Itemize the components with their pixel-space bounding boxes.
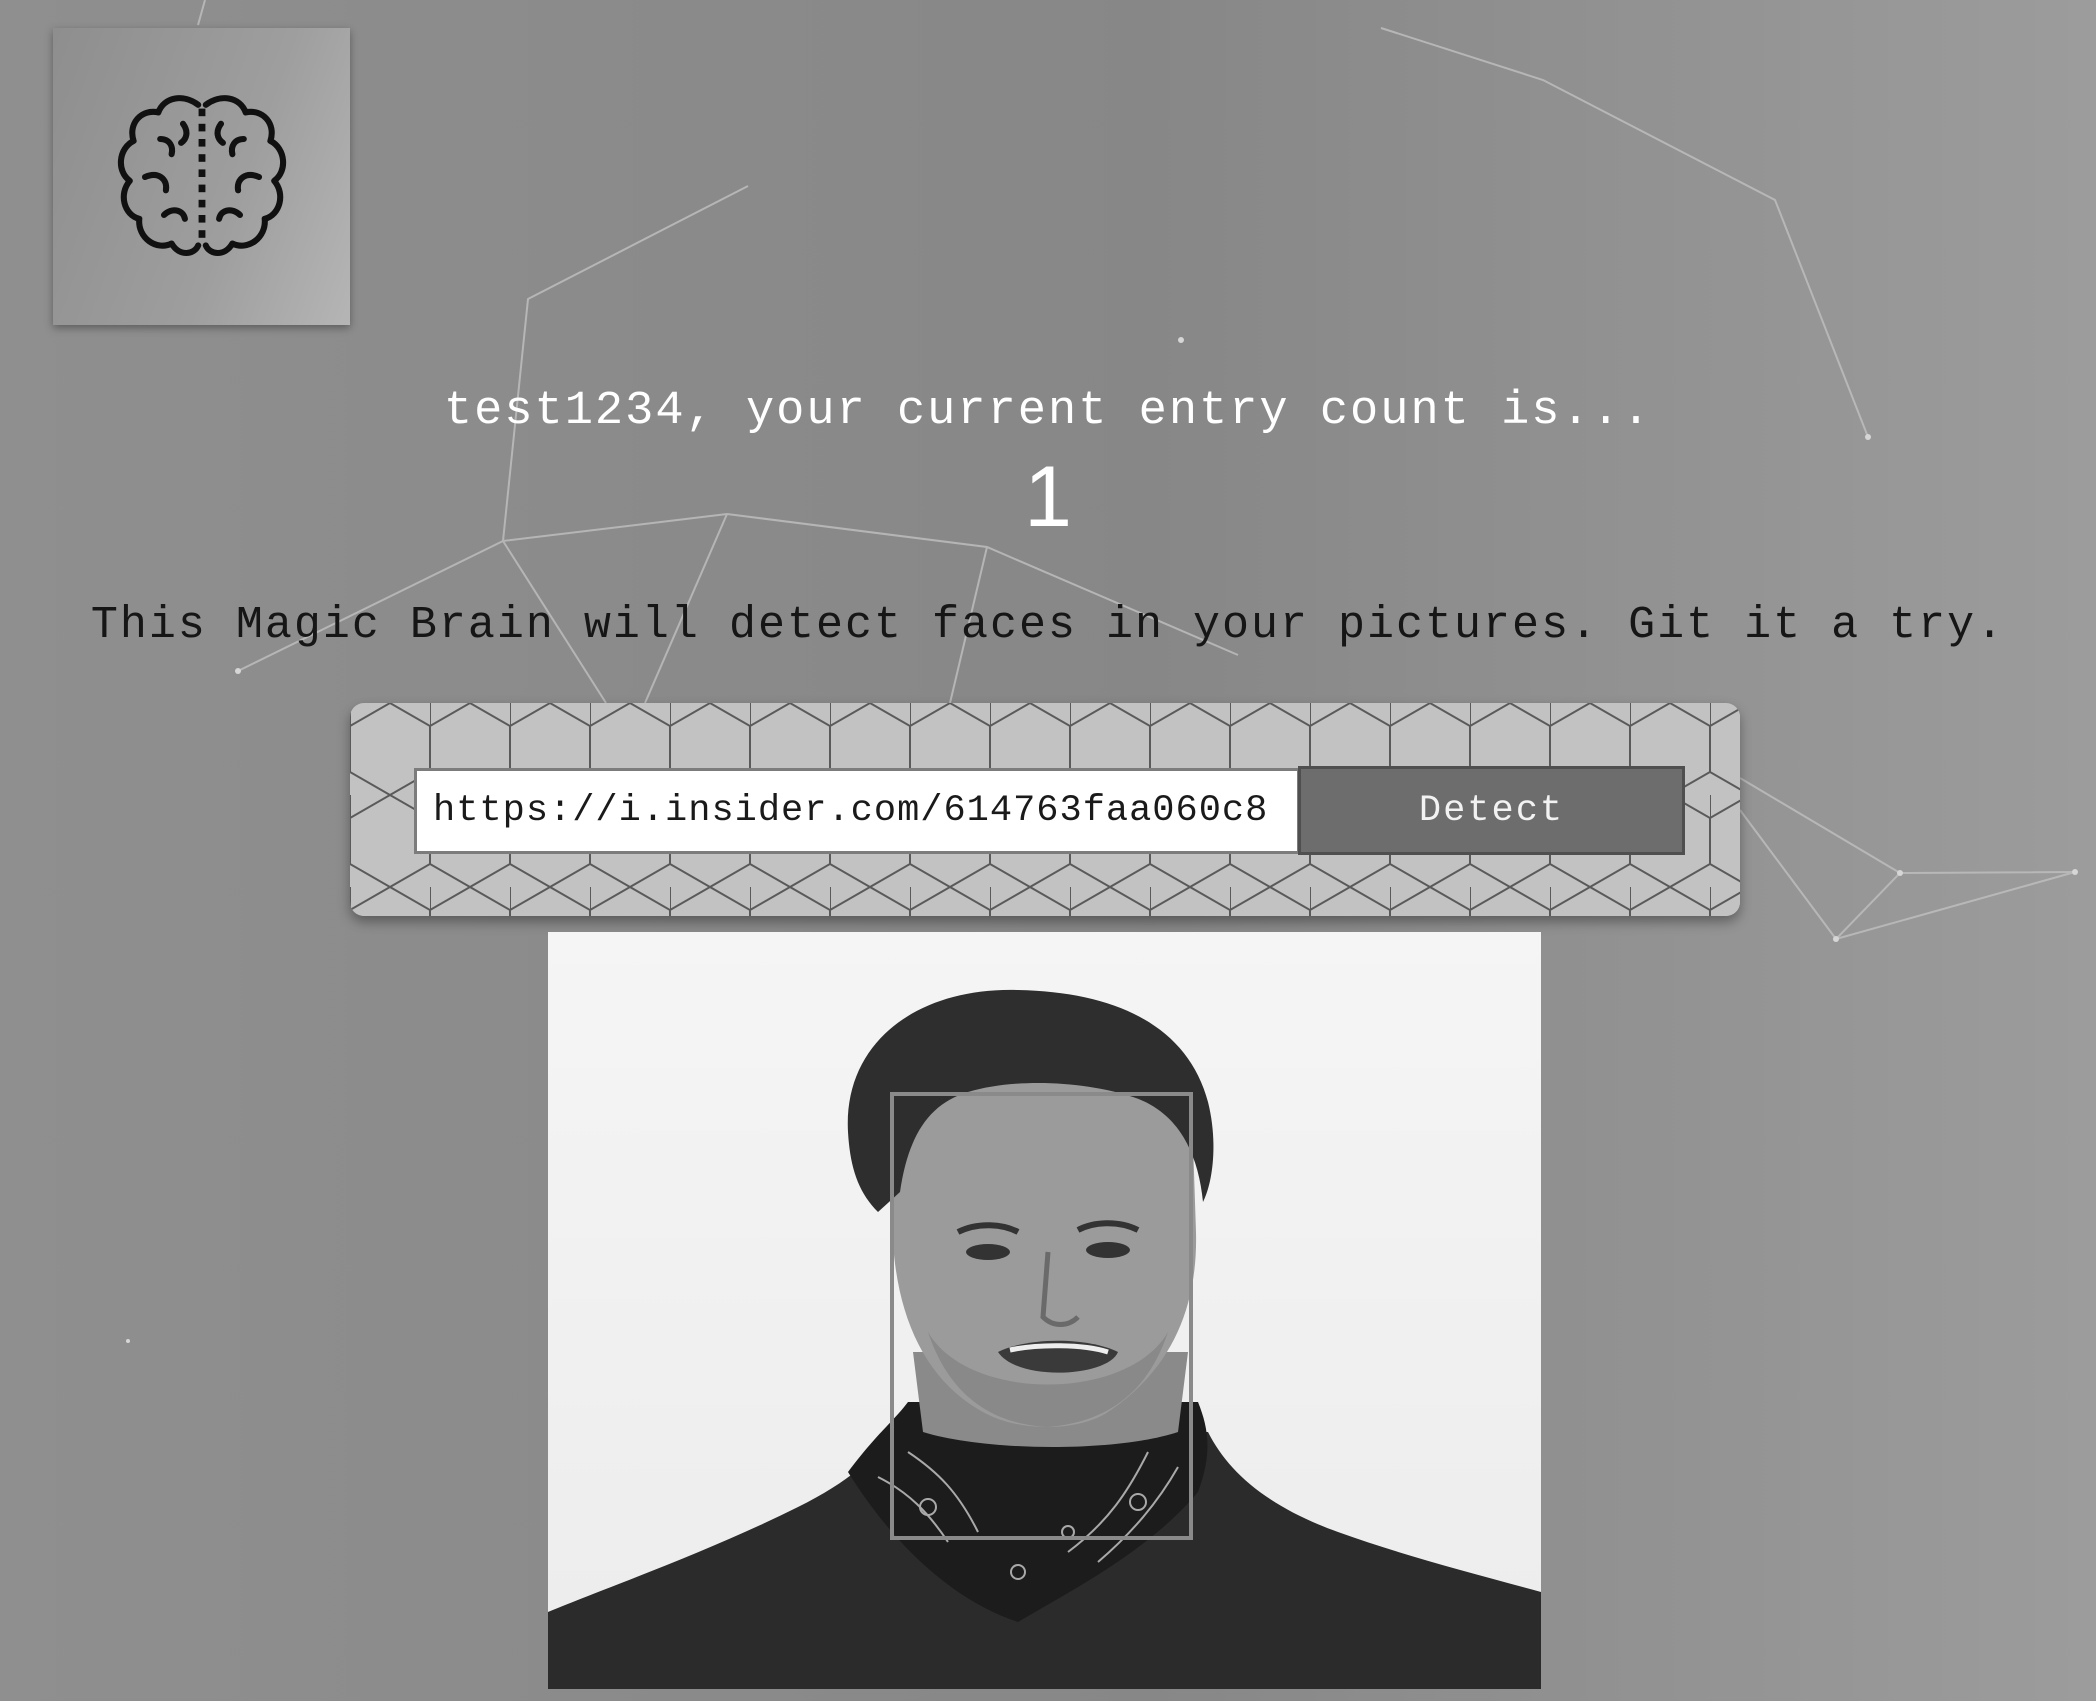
entry-count-greeting: test1234, your current entry count is... <box>443 385 1653 438</box>
entry-count-value: 1 <box>1024 449 1072 545</box>
image-url-input[interactable] <box>414 768 1300 854</box>
logo-card[interactable] <box>53 28 350 325</box>
face-bounding-box <box>890 1092 1193 1540</box>
intro-text: This Magic Brain will detect faces in yo… <box>90 600 2006 651</box>
detected-image <box>548 932 1541 1689</box>
detect-button[interactable]: Detect <box>1298 766 1685 855</box>
brain-icon <box>117 94 286 256</box>
image-link-form: Detect <box>350 703 1740 916</box>
